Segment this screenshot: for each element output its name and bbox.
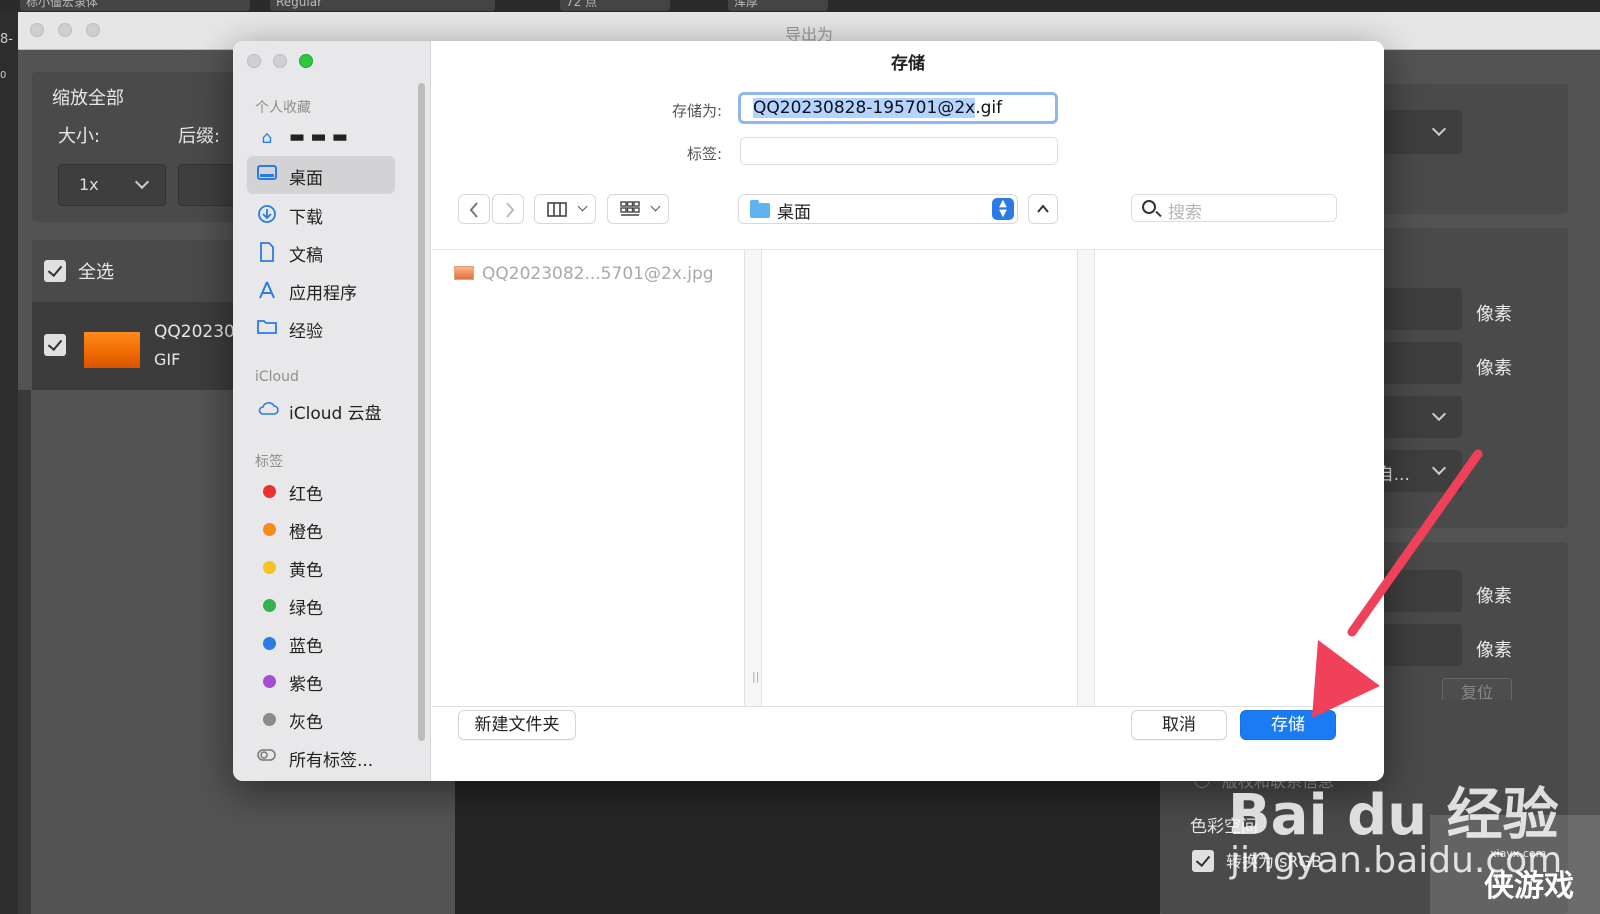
game-site-url: xiayx.com — [1490, 847, 1547, 860]
game-site-brand: 侠游戏 — [1484, 869, 1574, 904]
game-site-watermark: xiayx.com 侠游戏 — [1430, 815, 1600, 914]
arrow-head — [1312, 640, 1380, 718]
arrow-shaft — [1347, 449, 1483, 637]
